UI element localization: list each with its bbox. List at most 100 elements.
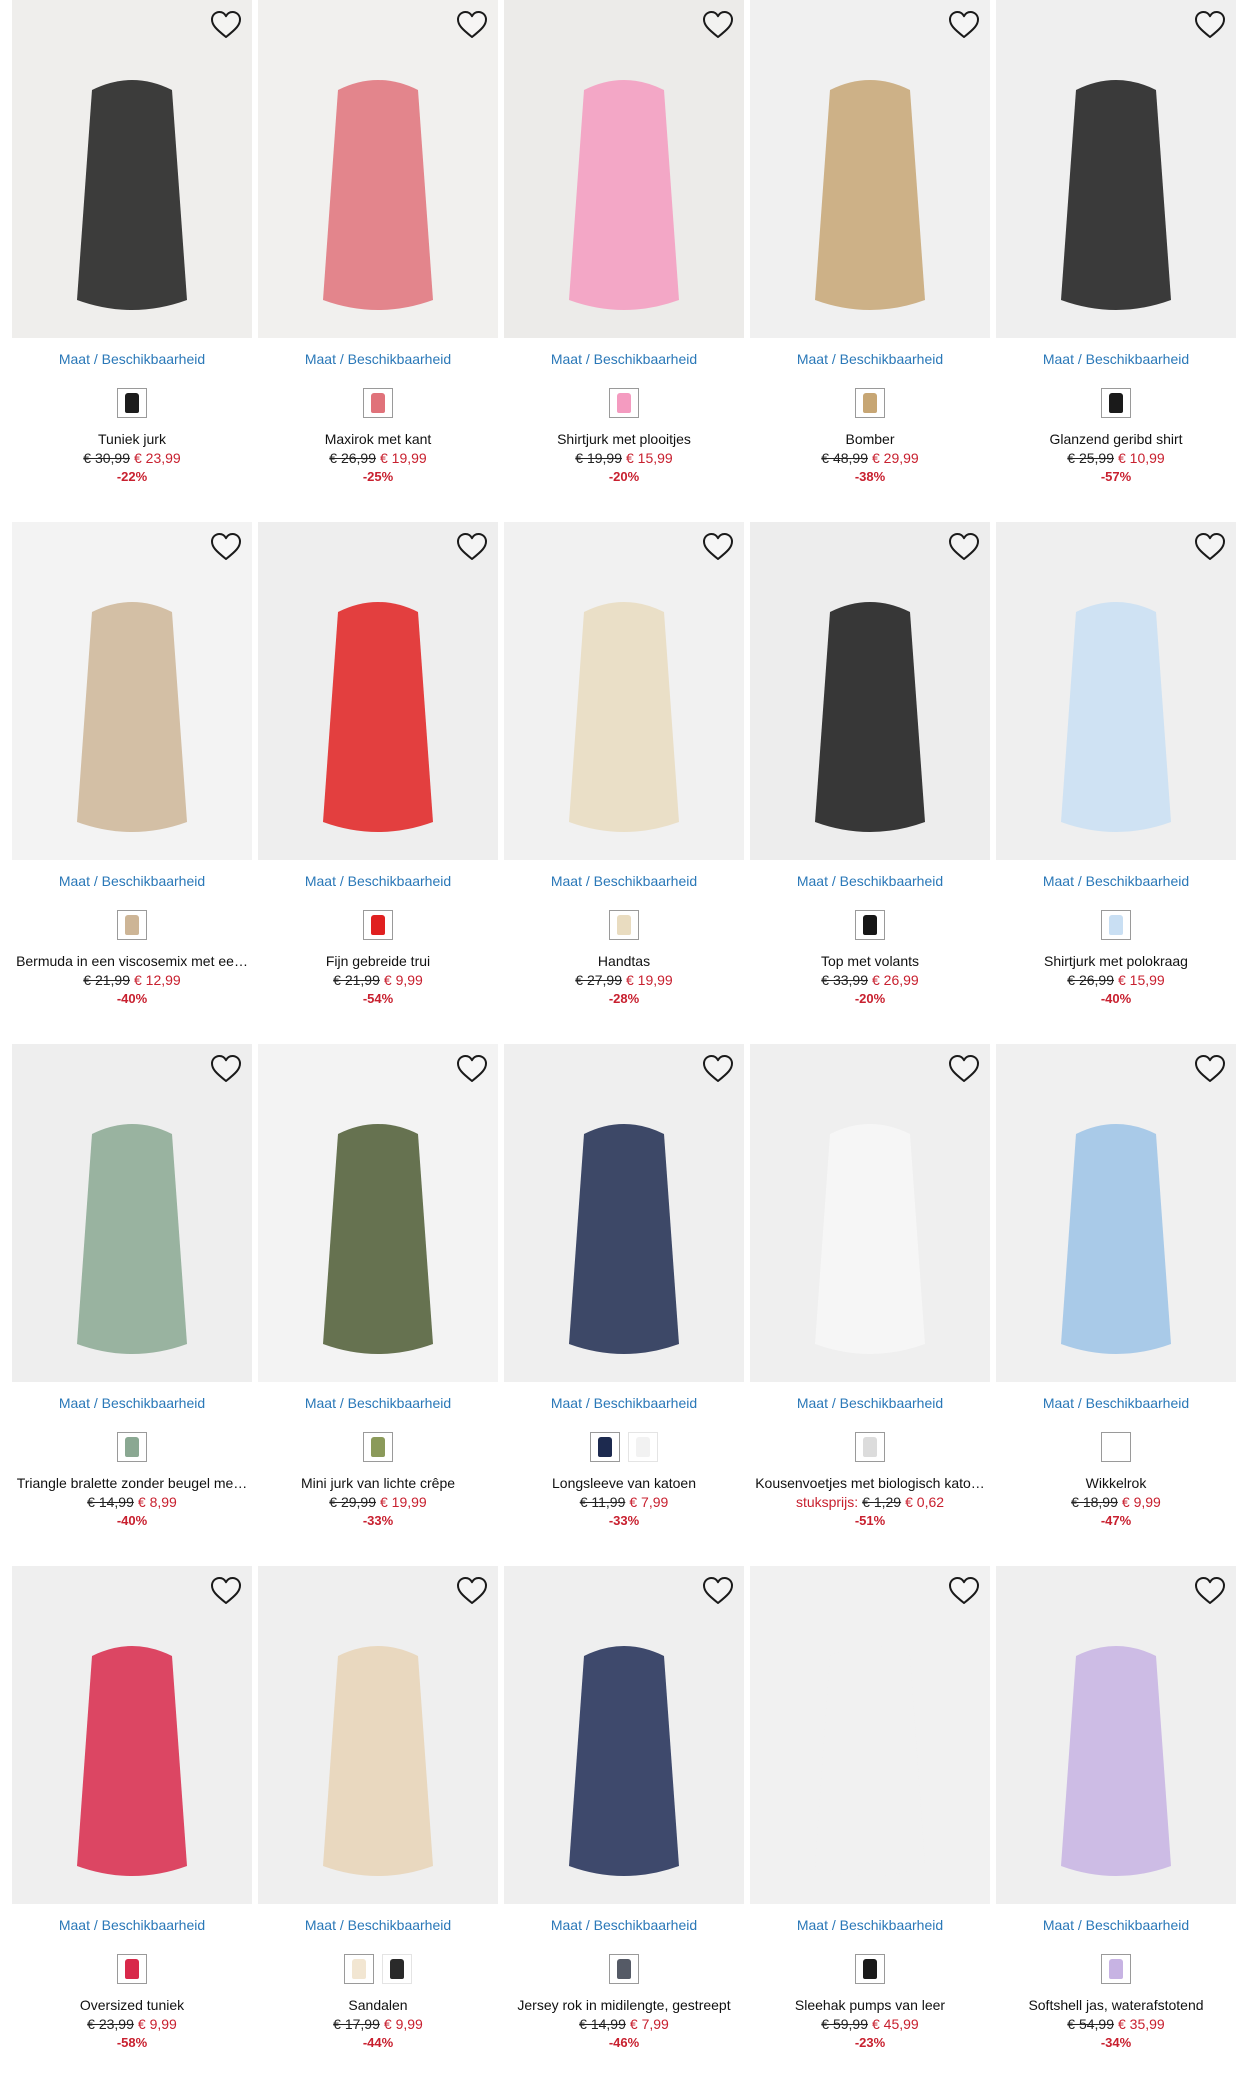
size-availability-link[interactable]: Maat / Beschikbaarheid	[258, 1394, 498, 1412]
product-name[interactable]: Longsleeve van katoen	[504, 1474, 744, 1492]
product-image[interactable]	[750, 1044, 990, 1382]
color-swatch[interactable]	[855, 1954, 885, 1984]
product-name[interactable]: Maxirok met kant	[258, 430, 498, 448]
color-swatch[interactable]	[590, 1432, 620, 1462]
size-availability-link[interactable]: Maat / Beschikbaarheid	[996, 350, 1236, 368]
wishlist-heart-icon[interactable]	[1194, 532, 1226, 562]
product-name[interactable]: Shirtjurk met plooitjes	[504, 430, 744, 448]
wishlist-heart-icon[interactable]	[948, 1054, 980, 1084]
wishlist-heart-icon[interactable]	[210, 10, 242, 40]
size-availability-link[interactable]: Maat / Beschikbaarheid	[504, 1916, 744, 1934]
color-swatch[interactable]	[609, 910, 639, 940]
product-card[interactable]: Maat / Beschikbaarheid Handtas € 27,99 € 19…	[504, 522, 744, 1044]
size-availability-link[interactable]: Maat / Beschikbaarheid	[258, 1916, 498, 1934]
product-image[interactable]	[996, 1044, 1236, 1382]
size-availability-link[interactable]: Maat / Beschikbaarheid	[12, 1394, 252, 1412]
color-swatch[interactable]	[1101, 910, 1131, 940]
product-card[interactable]: Maat / Beschikbaarheid Glanzend geribd sh…	[996, 0, 1236, 522]
color-swatch[interactable]	[117, 910, 147, 940]
color-swatch[interactable]	[117, 1954, 147, 1984]
product-name[interactable]: Wikkelrok	[996, 1474, 1236, 1492]
color-swatch[interactable]	[855, 388, 885, 418]
product-name[interactable]: Softshell jas, waterafstotend	[996, 1996, 1236, 2014]
size-availability-link[interactable]: Maat / Beschikbaarheid	[750, 1916, 990, 1934]
product-image[interactable]	[12, 1566, 252, 1904]
size-availability-link[interactable]: Maat / Beschikbaarheid	[258, 872, 498, 890]
color-swatch[interactable]	[1101, 1954, 1131, 1984]
product-image[interactable]	[12, 0, 252, 338]
wishlist-heart-icon[interactable]	[210, 1054, 242, 1084]
product-card[interactable]: Maat / Beschikbaarheid Longsleeve van kat…	[504, 1044, 744, 1566]
color-swatch[interactable]	[363, 910, 393, 940]
size-availability-link[interactable]: Maat / Beschikbaarheid	[258, 350, 498, 368]
product-image[interactable]	[258, 1044, 498, 1382]
size-availability-link[interactable]: Maat / Beschikbaarheid	[996, 872, 1236, 890]
color-swatch[interactable]	[609, 1954, 639, 1984]
color-swatch[interactable]	[609, 388, 639, 418]
wishlist-heart-icon[interactable]	[702, 532, 734, 562]
wishlist-heart-icon[interactable]	[456, 1576, 488, 1606]
color-swatch[interactable]	[117, 388, 147, 418]
wishlist-heart-icon[interactable]	[1194, 1576, 1226, 1606]
product-name[interactable]: Bermuda in een viscosemix met ee…	[12, 952, 252, 970]
product-image[interactable]	[258, 522, 498, 860]
product-image[interactable]	[504, 1566, 744, 1904]
product-card[interactable]: Maat / Beschikbaarheid Maxirok met kant € …	[258, 0, 498, 522]
wishlist-heart-icon[interactable]	[948, 10, 980, 40]
color-swatch[interactable]	[628, 1432, 658, 1462]
product-card[interactable]: Maat / Beschikbaarheid Bermuda in een vis…	[12, 522, 252, 1044]
product-image[interactable]	[504, 0, 744, 338]
product-image[interactable]	[504, 522, 744, 860]
product-name[interactable]: Triangle bralette zonder beugel me…	[12, 1474, 252, 1492]
product-name[interactable]: Tuniek jurk	[12, 430, 252, 448]
size-availability-link[interactable]: Maat / Beschikbaarheid	[750, 1394, 990, 1412]
color-swatch[interactable]	[855, 910, 885, 940]
product-card[interactable]: Maat / Beschikbaarheid Softshell jas, wat…	[996, 1566, 1236, 2088]
color-swatch[interactable]	[117, 1432, 147, 1462]
product-card[interactable]: Maat / Beschikbaarheid Sandalen € 17,99 € 9…	[258, 1566, 498, 2088]
product-image[interactable]	[750, 522, 990, 860]
wishlist-heart-icon[interactable]	[702, 1576, 734, 1606]
color-swatch[interactable]	[363, 1432, 393, 1462]
color-swatch[interactable]	[1101, 388, 1131, 418]
wishlist-heart-icon[interactable]	[456, 1054, 488, 1084]
product-image[interactable]	[258, 1566, 498, 1904]
color-swatch[interactable]	[363, 388, 393, 418]
product-card[interactable]: Maat / Beschikbaarheid Tuniek jurk € 30,99…	[12, 0, 252, 522]
product-image[interactable]	[996, 1566, 1236, 1904]
size-availability-link[interactable]: Maat / Beschikbaarheid	[504, 350, 744, 368]
product-image[interactable]	[750, 1566, 990, 1904]
product-image[interactable]	[750, 0, 990, 338]
product-image[interactable]	[996, 522, 1236, 860]
product-card[interactable]: Maat / Beschikbaarheid Top met volants € 3…	[750, 522, 990, 1044]
product-card[interactable]: Maat / Beschikbaarheid Jersey rok in midi…	[504, 1566, 744, 2088]
size-availability-link[interactable]: Maat / Beschikbaarheid	[12, 1916, 252, 1934]
product-name[interactable]: Shirtjurk met polokraag	[996, 952, 1236, 970]
size-availability-link[interactable]: Maat / Beschikbaarheid	[996, 1394, 1236, 1412]
product-name[interactable]: Fijn gebreide trui	[258, 952, 498, 970]
size-availability-link[interactable]: Maat / Beschikbaarheid	[12, 872, 252, 890]
product-card[interactable]: Maat / Beschikbaarheid Oversized tuniek € …	[12, 1566, 252, 2088]
product-name[interactable]: Handtas	[504, 952, 744, 970]
size-availability-link[interactable]: Maat / Beschikbaarheid	[996, 1916, 1236, 1934]
product-name[interactable]: Sleehak pumps van leer	[750, 1996, 990, 2014]
wishlist-heart-icon[interactable]	[210, 532, 242, 562]
product-image[interactable]	[996, 0, 1236, 338]
product-card[interactable]: Maat / Beschikbaarheid Kousenvoetjes met …	[750, 1044, 990, 1566]
wishlist-heart-icon[interactable]	[702, 10, 734, 40]
product-card[interactable]: Maat / Beschikbaarheid Mini jurk van lich…	[258, 1044, 498, 1566]
product-name[interactable]: Oversized tuniek	[12, 1996, 252, 2014]
product-card[interactable]: Maat / Beschikbaarheid Fijn gebreide trui…	[258, 522, 498, 1044]
product-card[interactable]: Maat / Beschikbaarheid Triangle bralette …	[12, 1044, 252, 1566]
product-name[interactable]: Kousenvoetjes met biologisch kato…	[750, 1474, 990, 1492]
color-swatch[interactable]	[382, 1954, 412, 1984]
product-image[interactable]	[504, 1044, 744, 1382]
product-card[interactable]: Maat / Beschikbaarheid Shirtjurk met ploo…	[504, 0, 744, 522]
product-image[interactable]	[12, 1044, 252, 1382]
size-availability-link[interactable]: Maat / Beschikbaarheid	[504, 872, 744, 890]
product-name[interactable]: Jersey rok in midilengte, gestreept	[504, 1996, 744, 2014]
size-availability-link[interactable]: Maat / Beschikbaarheid	[750, 350, 990, 368]
size-availability-link[interactable]: Maat / Beschikbaarheid	[504, 1394, 744, 1412]
size-availability-link[interactable]: Maat / Beschikbaarheid	[750, 872, 990, 890]
color-swatch[interactable]	[344, 1954, 374, 1984]
